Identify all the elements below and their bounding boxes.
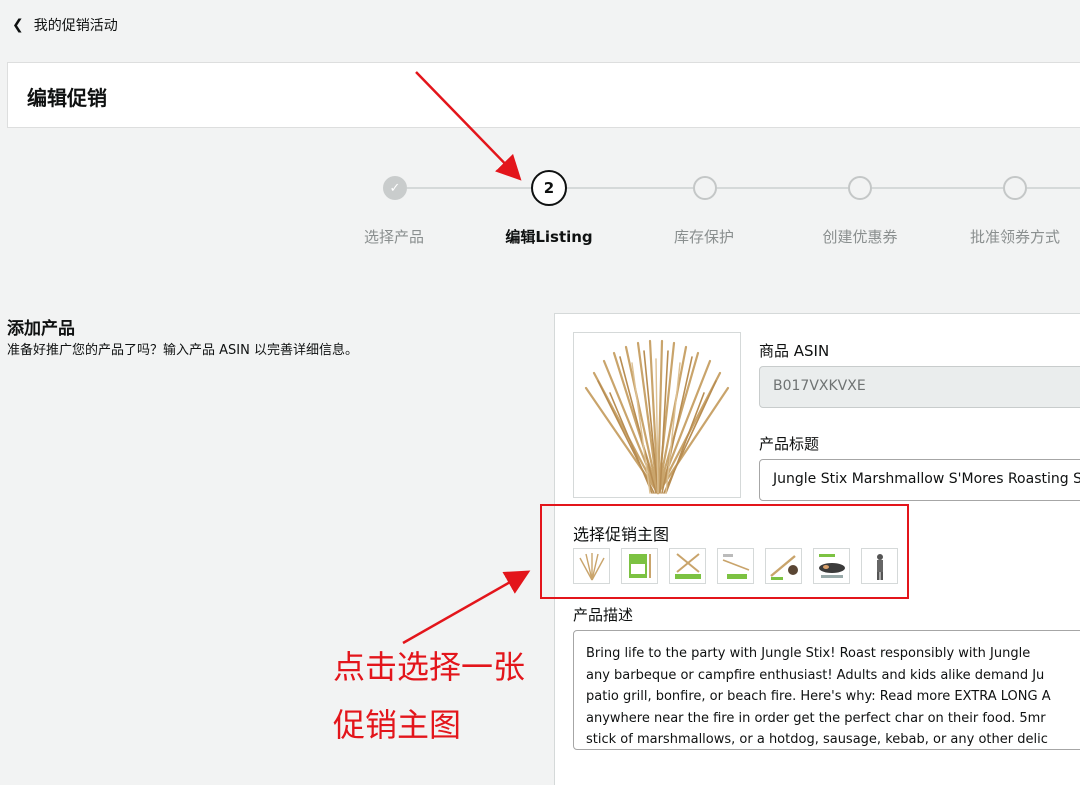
arrow-to-stepper bbox=[415, 71, 522, 181]
arrow-to-thumbnails bbox=[402, 570, 531, 645]
annotation-arrows bbox=[402, 71, 531, 645]
